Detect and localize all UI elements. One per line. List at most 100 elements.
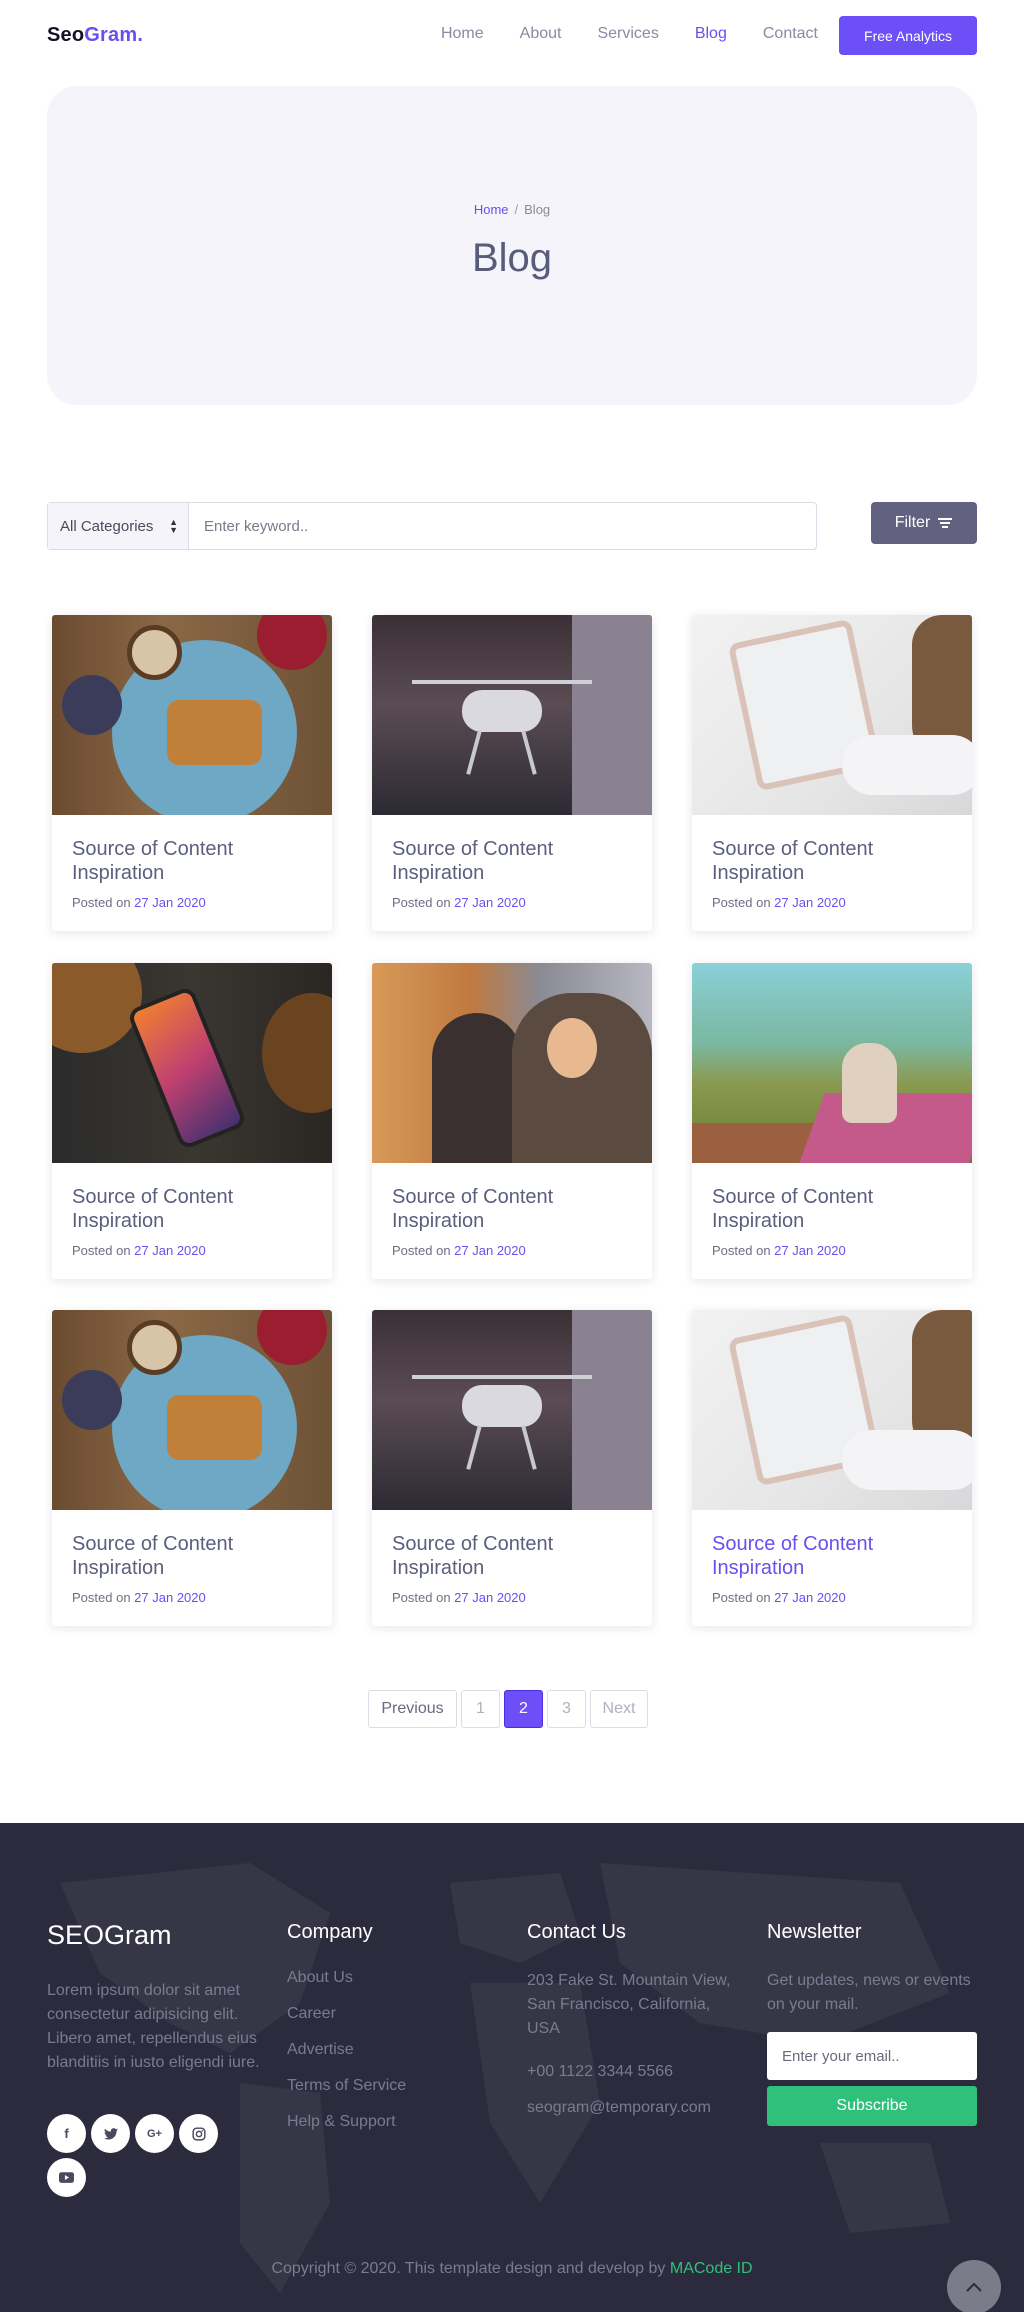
nav-item-about[interactable]: About xyxy=(520,25,562,43)
company-links: About Us Career Advertise Terms of Servi… xyxy=(287,1969,406,2149)
post-date-link[interactable]: 27 Jan 2020 xyxy=(774,1590,846,1605)
site-footer: SEOGram Lorem ipsum dolor sit amet conse… xyxy=(0,1823,1024,2312)
contact-phone[interactable]: +00 1122 3344 5566 xyxy=(527,2063,673,2081)
pagination: Previous 1 2 3 Next xyxy=(368,1690,648,1728)
post-date-link[interactable]: 27 Jan 2020 xyxy=(774,895,846,910)
post-date-link[interactable]: 27 Jan 2020 xyxy=(454,1590,526,1605)
next-page-button[interactable]: Next xyxy=(590,1690,648,1728)
youtube-icon[interactable] xyxy=(47,2158,86,2197)
friends-photo[interactable] xyxy=(372,963,652,1163)
copyright-author-link[interactable]: MACode ID xyxy=(670,2260,753,2277)
page-title: Blog xyxy=(471,236,553,280)
post-meta: Posted on 27 Jan 2020 xyxy=(712,895,846,910)
smartphone-photo[interactable] xyxy=(52,963,332,1163)
post-meta: Posted on 27 Jan 2020 xyxy=(72,895,206,910)
post-date-link[interactable]: 27 Jan 2020 xyxy=(454,895,526,910)
post-title[interactable]: Source of Content Inspiration xyxy=(72,1532,312,1580)
blog-post-card[interactable]: Source of Content Inspiration Posted on … xyxy=(52,1310,332,1626)
drone-photo[interactable] xyxy=(372,1310,652,1510)
footer-brand: SEOGram xyxy=(47,1920,172,1950)
nav-item-services[interactable]: Services xyxy=(597,25,658,43)
blog-post-card[interactable]: Source of Content Inspiration Posted on … xyxy=(372,963,652,1279)
post-title[interactable]: Source of Content Inspiration xyxy=(712,837,952,885)
nav-item-home[interactable]: Home xyxy=(441,25,484,43)
category-select[interactable]: All Categories ▲ ▼ xyxy=(48,503,189,549)
tablet-photo[interactable] xyxy=(692,1310,972,1510)
footer-link-terms[interactable]: Terms of Service xyxy=(287,2077,406,2113)
blog-post-card[interactable]: Source of Content Inspiration Posted on … xyxy=(372,1310,652,1626)
copyright: Copyright © 2020. This template design a… xyxy=(0,2260,1024,2278)
select-arrows-icon: ▲ ▼ xyxy=(169,517,178,535)
google-plus-icon[interactable]: G+ xyxy=(135,2114,174,2153)
breadcrumb-home-link[interactable]: Home xyxy=(474,202,509,217)
post-date-link[interactable]: 27 Jan 2020 xyxy=(454,1243,526,1258)
main-menu: Home About Services Blog Contact xyxy=(441,25,818,43)
breakfast-photo[interactable] xyxy=(52,1310,332,1510)
post-meta: Posted on 27 Jan 2020 xyxy=(392,1590,526,1605)
keyword-input[interactable] xyxy=(189,503,816,549)
footer-link-career[interactable]: Career xyxy=(287,2005,406,2041)
contact-heading: Contact Us xyxy=(527,1921,626,1943)
twitter-icon[interactable] xyxy=(91,2114,130,2153)
post-title[interactable]: Source of Content Inspiration xyxy=(392,1185,632,1233)
free-analytics-button[interactable]: Free Analytics xyxy=(839,16,977,55)
blog-post-card[interactable]: Source of Content Inspiration Posted on … xyxy=(52,963,332,1279)
posted-on-label: Posted on xyxy=(712,1590,771,1605)
subscribe-button[interactable]: Subscribe xyxy=(767,2086,977,2126)
page-button-3[interactable]: 3 xyxy=(547,1690,586,1728)
back-to-top-button[interactable] xyxy=(947,2260,1001,2312)
post-meta: Posted on 27 Jan 2020 xyxy=(392,895,526,910)
drone-photo[interactable] xyxy=(372,615,652,815)
contact-email[interactable]: seogram@temporary.com xyxy=(527,2099,711,2117)
blog-post-card[interactable]: Source of Content Inspiration Posted on … xyxy=(692,1310,972,1626)
post-title[interactable]: Source of Content Inspiration xyxy=(72,1185,312,1233)
previous-page-button[interactable]: Previous xyxy=(368,1690,457,1728)
copyright-text: Copyright © 2020. This template design a… xyxy=(271,2260,666,2277)
blog-post-card[interactable]: Source of Content Inspiration Posted on … xyxy=(692,615,972,931)
footer-link-about-us[interactable]: About Us xyxy=(287,1969,406,2005)
post-meta: Posted on 27 Jan 2020 xyxy=(712,1590,846,1605)
page-button-2[interactable]: 2 xyxy=(504,1690,543,1728)
blog-post-card[interactable]: Source of Content Inspiration Posted on … xyxy=(692,963,972,1279)
posted-on-label: Posted on xyxy=(392,1243,451,1258)
post-meta: Posted on 27 Jan 2020 xyxy=(712,1243,846,1258)
facebook-icon[interactable]: f xyxy=(47,2114,86,2153)
social-links: f G+ xyxy=(47,2114,247,2197)
brand-logo-part1: Seo xyxy=(47,24,85,46)
filter-button-label: Filter xyxy=(894,514,931,531)
post-title[interactable]: Source of Content Inspiration xyxy=(712,1532,952,1580)
post-date-link[interactable]: 27 Jan 2020 xyxy=(134,1243,206,1258)
filter-button[interactable]: Filter xyxy=(871,502,977,544)
picnic-photo[interactable] xyxy=(692,963,972,1163)
page-button-1[interactable]: 1 xyxy=(461,1690,500,1728)
post-date-link[interactable]: 27 Jan 2020 xyxy=(134,895,206,910)
post-date-link[interactable]: 27 Jan 2020 xyxy=(134,1590,206,1605)
nav-item-contact[interactable]: Contact xyxy=(763,25,818,43)
breadcrumb-separator: / xyxy=(514,202,519,217)
post-title[interactable]: Source of Content Inspiration xyxy=(392,837,632,885)
footer-link-advertise[interactable]: Advertise xyxy=(287,2041,406,2077)
blog-post-card[interactable]: Source of Content Inspiration Posted on … xyxy=(372,615,652,931)
post-title[interactable]: Source of Content Inspiration xyxy=(712,1185,952,1233)
posted-on-label: Posted on xyxy=(72,1590,131,1605)
newsletter-email-input[interactable] xyxy=(767,2032,977,2080)
chevron-up-icon xyxy=(966,2282,982,2292)
footer-link-help[interactable]: Help & Support xyxy=(287,2113,406,2149)
blog-post-card[interactable]: Source of Content Inspiration Posted on … xyxy=(52,615,332,931)
breakfast-photo[interactable] xyxy=(52,615,332,815)
newsletter-heading: Newsletter xyxy=(767,1921,862,1943)
post-date-link[interactable]: 27 Jan 2020 xyxy=(774,1243,846,1258)
post-meta: Posted on 27 Jan 2020 xyxy=(72,1243,206,1258)
newsletter-text: Get updates, news or events on your mail… xyxy=(767,1972,971,2013)
post-title[interactable]: Source of Content Inspiration xyxy=(392,1532,632,1580)
breadcrumb-current: Blog xyxy=(524,202,551,217)
brand-logo[interactable]: SeoGram. xyxy=(47,24,143,47)
post-title[interactable]: Source of Content Inspiration xyxy=(72,837,312,885)
blog-search-bar: All Categories ▲ ▼ xyxy=(47,502,817,550)
posted-on-label: Posted on xyxy=(712,895,771,910)
instagram-icon[interactable] xyxy=(179,2114,218,2153)
footer-about-text: Lorem ipsum dolor sit amet consectetur a… xyxy=(47,1982,260,2071)
nav-item-blog[interactable]: Blog xyxy=(695,25,727,43)
brand-logo-part2: Gram. xyxy=(84,24,144,46)
tablet-photo[interactable] xyxy=(692,615,972,815)
